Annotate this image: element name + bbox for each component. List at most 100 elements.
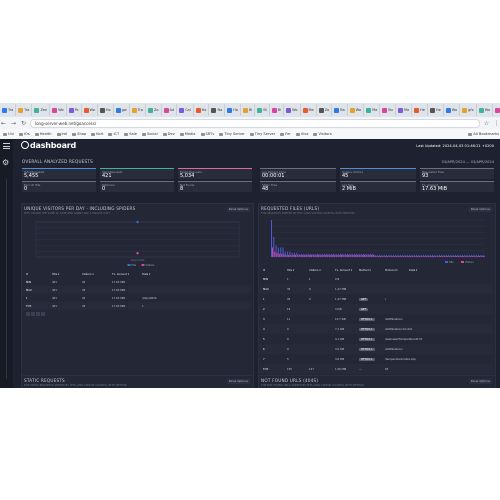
bookmark-item[interactable]: Shop: [72, 132, 86, 136]
browser-tab[interactable]: Bi: [241, 104, 256, 116]
files-options-button[interactable]: Panel Options: [468, 207, 492, 212]
bar: [388, 254, 390, 257]
notfound-options-button[interactable]: Panel Options: [468, 379, 492, 384]
bar: [294, 252, 295, 257]
static-options-button[interactable]: Panel Options: [226, 379, 250, 384]
browser-tab[interactable]: Cal: [177, 104, 194, 116]
bookmark-item[interactable]: Tiny Server: [219, 132, 245, 136]
visitors-options-button[interactable]: Panel Options: [226, 207, 250, 212]
browser-tab[interactable]: Bi: [270, 104, 285, 116]
table-row[interactable]: MIN 421 45 17.63 MiB: [22, 278, 251, 286]
bookmark-item[interactable]: Tiny Server: [249, 132, 275, 136]
table-row[interactable]: MAX 35 9 1.47 MiB: [259, 284, 493, 294]
browser-tab[interactable]: Wo: [82, 104, 98, 116]
column-header[interactable]: Tx. Amount ▾: [335, 269, 352, 272]
browser-tab[interactable]: Tra: [0, 104, 17, 116]
column-header[interactable]: Tx. Amount ▾: [112, 273, 129, 276]
table-row[interactable]: 3 11 10.7 KiB HTTP/1.1/ADDSolarAcc: [259, 314, 493, 324]
back-icon[interactable]: ←: [0, 120, 7, 127]
bookmark-item[interactable]: Dev: [162, 132, 175, 136]
browser-tab[interactable]: Zo: [317, 104, 333, 116]
browser-tab[interactable]: Ba: [332, 104, 348, 116]
browser-tab[interactable]: Ma: [396, 104, 413, 116]
browser-tab[interactable]: Ma: [301, 104, 317, 116]
browser-tab[interactable]: Wo: [444, 104, 461, 116]
column-header[interactable]: Hits ▾: [52, 273, 59, 276]
gear-icon[interactable]: ⚙: [2, 159, 9, 167]
metric-accent-bar: [420, 168, 494, 169]
browser-tab[interactable]: Ps: [67, 104, 82, 116]
bookmark-item[interactable]: Social: [141, 132, 158, 136]
column-header[interactable]: Method ▾: [359, 269, 371, 272]
column-header[interactable]: Data ▾: [409, 269, 417, 272]
url-input[interactable]: long-server-web.net/goaccess/: [30, 118, 480, 128]
table-row[interactable]: 4 9 7.1 KiB HTTP/1.1/ADDSolarAccControl: [259, 324, 493, 334]
bookmark-item[interactable]: IOs: [18, 132, 30, 136]
browser-tab[interactable]: Wo: [477, 104, 494, 116]
table-row[interactable]: 7 5 3.6 KiB HTTP/1.1/temperature/index.php: [259, 354, 493, 364]
hamburger-icon[interactable]: [3, 143, 10, 149]
browser-tab[interactable]: Ho: [225, 104, 241, 116]
bookmark-item[interactable]: Health: [34, 132, 52, 136]
reload-icon[interactable]: ↻: [20, 120, 27, 127]
column-header[interactable]: #: [263, 269, 265, 272]
last-page-button[interactable]: [41, 312, 45, 316]
browser-tab[interactable]: Bi: [255, 104, 270, 116]
column-header[interactable]: Visitors ▾: [309, 269, 321, 272]
metric-card: Valid Requests 421: [100, 168, 174, 179]
browser-tab[interactable]: Tra: [130, 104, 146, 116]
column-header[interactable]: Visitors ▾: [82, 273, 94, 276]
browser-tab[interactable]: Tra: [16, 104, 33, 116]
browser-tab[interactable]: Ho: [194, 104, 210, 116]
table-row[interactable]: 5 9 4.1 KiB HTTP/1.1/webview/?temperatureId…: [259, 334, 493, 344]
bookmark-item[interactable]: ICT: [108, 132, 119, 136]
bookmark-item[interactable]: Visitors: [313, 132, 332, 136]
bookmark-item[interactable]: Viva: [295, 132, 308, 136]
table-row[interactable]: 1 421 45 17.63 MiB 3/Apr/2024: [22, 294, 251, 302]
browser-tab[interactable]: gw: [114, 104, 130, 116]
star-icon[interactable]: ☆: [483, 120, 490, 127]
metric-card: Unique Visitors 45: [340, 168, 416, 179]
all-bookmarks[interactable]: All Bookmarks: [468, 132, 499, 136]
browser-tab[interactable]: Ma: [493, 104, 500, 116]
browser-tab[interactable]: Na: [209, 104, 226, 116]
browser-tab[interactable]: Zo: [146, 104, 162, 116]
tab-label: Cal: [185, 108, 191, 112]
table-row[interactable]: MIN 1 1 0 B: [259, 274, 493, 284]
browser-tab[interactable]: Zen: [32, 104, 51, 116]
bookmark-item[interactable]: Uni: [3, 132, 14, 136]
browser-tab[interactable]: Wo: [284, 104, 301, 116]
browser-tab[interactable]: He: [412, 104, 428, 116]
first-page-button[interactable]: [26, 312, 30, 316]
tab-label: Bi: [263, 108, 267, 112]
logo-icon: [21, 141, 29, 149]
forward-icon[interactable]: →: [10, 120, 17, 127]
bookmark-item[interactable]: Kort: [91, 132, 103, 136]
bookmark-item[interactable]: Sale: [124, 132, 137, 136]
menu-icon[interactable]: ⋮: [493, 120, 500, 127]
browser-tab[interactable]: Ho: [98, 104, 114, 116]
next-page-button[interactable]: [36, 312, 40, 316]
column-header[interactable]: Protocol ▾: [385, 269, 398, 272]
table-row[interactable]: 6 9 3.0 KiB HTTP/1.1/ADDSolarAcc: [259, 344, 493, 354]
bookmark-item[interactable]: SRTv: [200, 132, 214, 136]
bookmark-item[interactable]: Irel: [56, 132, 67, 136]
table-row[interactable]: 2 19 3 KiB GET: [259, 304, 493, 314]
column-header[interactable]: Hits ▾: [287, 269, 294, 272]
bookmark-label: Visitors: [318, 132, 332, 136]
browser-tab[interactable]: Wo: [50, 104, 67, 116]
browser-tab[interactable]: Wo: [348, 104, 365, 116]
table-cell: 17.63 MiB: [112, 288, 125, 292]
browser-tab[interactable]: He: [428, 104, 444, 116]
browser-tab[interactable]: gfx: [460, 104, 477, 116]
browser-tab[interactable]: Ma: [364, 104, 381, 116]
browser-tab[interactable]: Bu: [380, 104, 396, 116]
bookmark-item[interactable]: Media: [179, 132, 196, 136]
column-header[interactable]: #: [26, 273, 28, 276]
table-row[interactable]: 1 35 9 1.47 MiB GET /: [259, 294, 493, 304]
browser-tab[interactable]: Ad: [162, 104, 178, 116]
prev-page-button[interactable]: [31, 312, 35, 316]
column-header[interactable]: Data ▾: [142, 273, 150, 276]
bookmark-item[interactable]: Fer: [280, 132, 291, 136]
table-row[interactable]: MAX 421 45 17.63 MiB: [22, 286, 251, 294]
